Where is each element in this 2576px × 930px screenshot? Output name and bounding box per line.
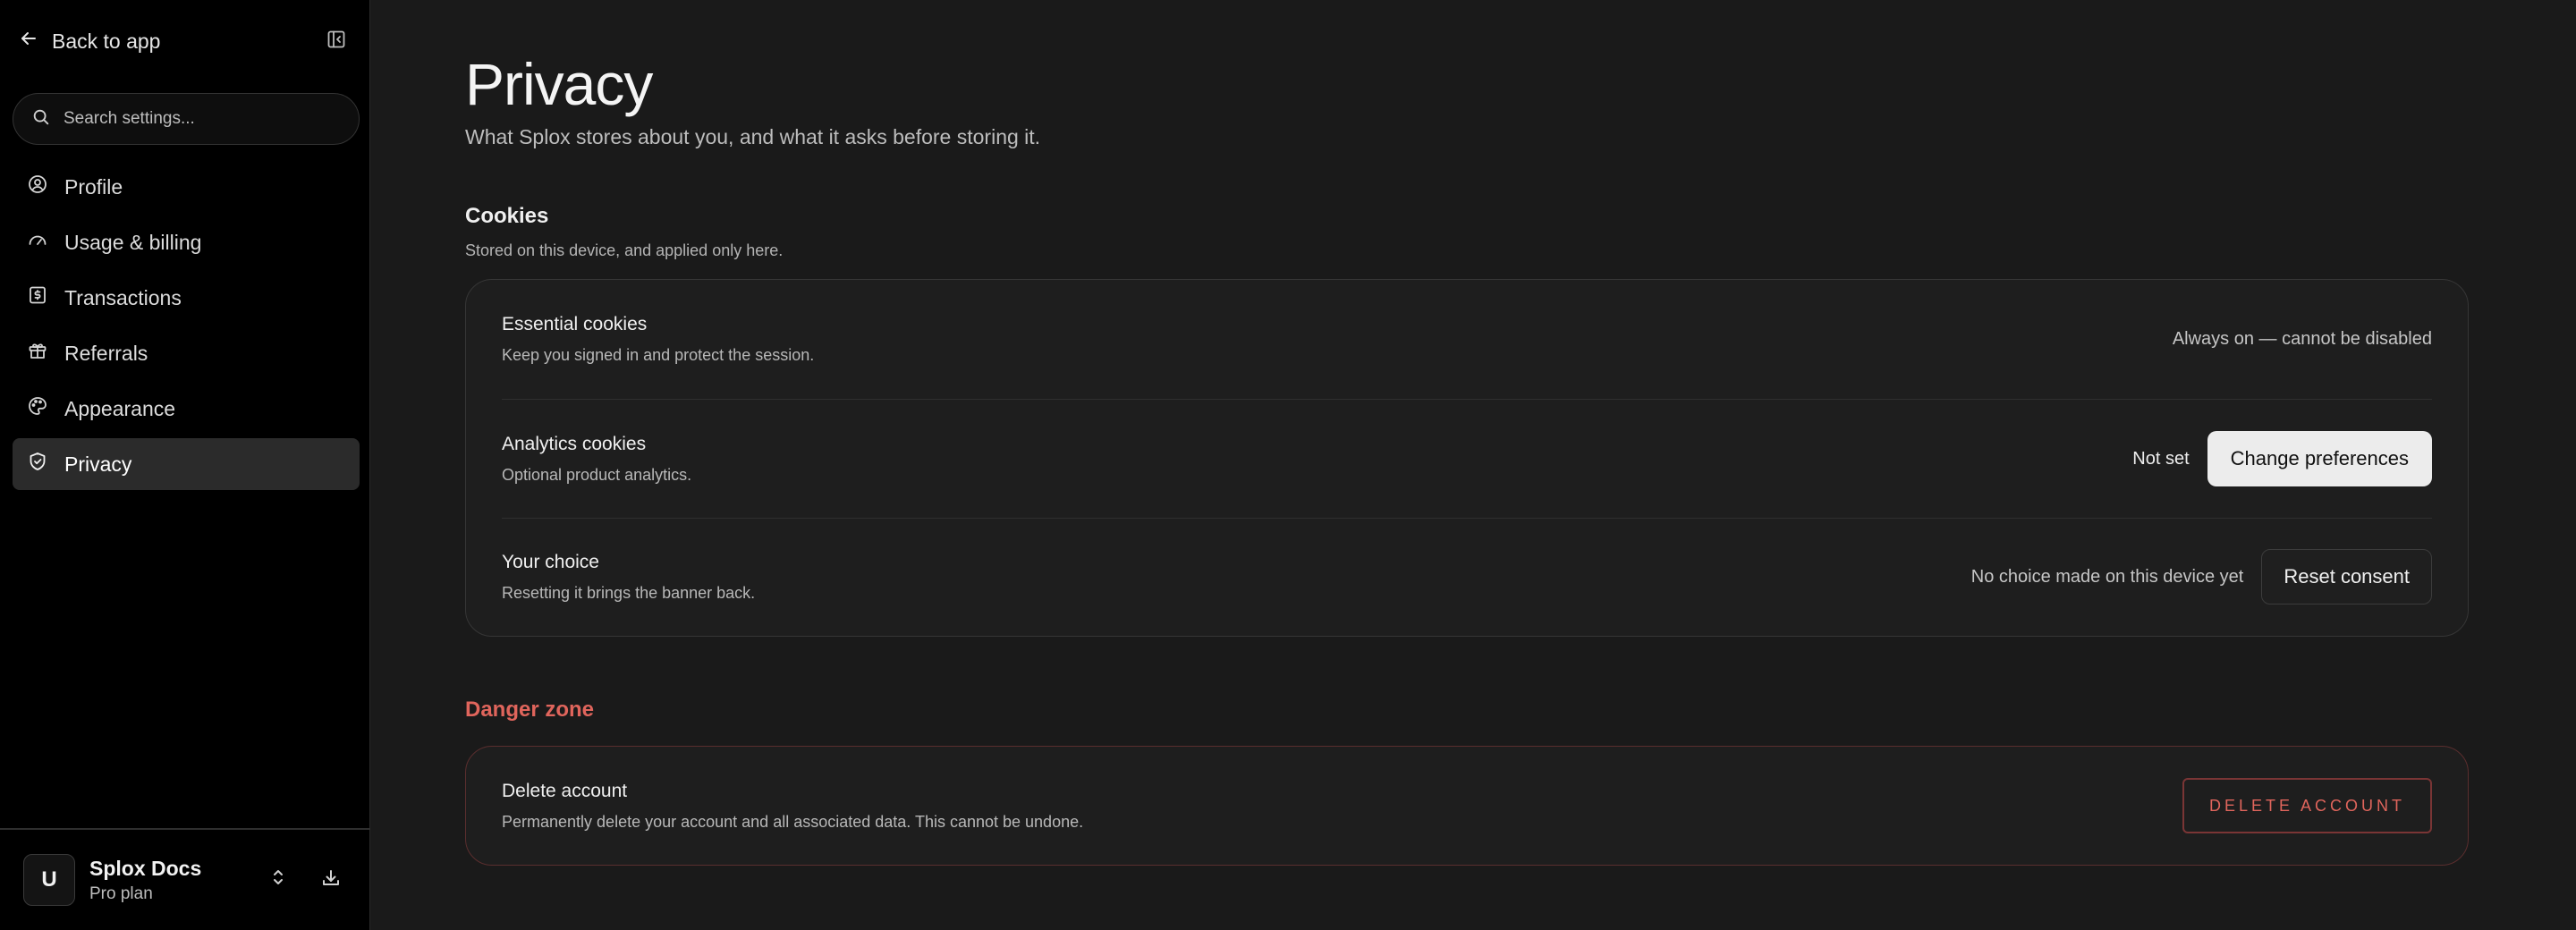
analytics-cookies-controls: Not set Change preferences bbox=[2132, 431, 2432, 486]
essential-cookies-text: Essential cookies Keep you signed in and… bbox=[502, 314, 814, 365]
analytics-cookies-title: Analytics cookies bbox=[502, 433, 647, 454]
back-to-app-link[interactable]: Back to app bbox=[18, 28, 160, 55]
reset-consent-button[interactable]: Reset consent bbox=[2261, 549, 2432, 604]
sidebar-item-label: Profile bbox=[64, 174, 123, 199]
sidebar-item-label: Usage & billing bbox=[64, 230, 202, 254]
search-input[interactable] bbox=[64, 109, 350, 129]
settings-search bbox=[13, 93, 360, 145]
account-name: Splox Docs bbox=[89, 856, 202, 880]
row-divider bbox=[502, 399, 2432, 400]
essential-cookies-description: Keep you signed in and protect the sessi… bbox=[502, 345, 815, 364]
sidebar-item-label: Appearance bbox=[64, 396, 176, 420]
your-choice-controls: No choice made on this device yet Reset … bbox=[1971, 549, 2432, 604]
sidebar-item-referrals[interactable]: Referrals bbox=[13, 327, 360, 379]
delete-account-text: Delete account Permanently delete your a… bbox=[502, 781, 1083, 832]
account-switch-button[interactable] bbox=[265, 866, 292, 892]
sidebar-item-profile[interactable]: Profile bbox=[13, 161, 360, 213]
consent-status: No choice made on this device yet bbox=[1970, 566, 2244, 587]
sidebar-item-label: Referrals bbox=[64, 341, 148, 365]
your-choice-text: Your choice Resetting it brings the bann… bbox=[502, 552, 755, 603]
collapse-sidebar-button[interactable] bbox=[320, 25, 352, 57]
sidebar-item-transactions[interactable]: Transactions bbox=[13, 272, 360, 324]
danger-zone-title: Danger zone bbox=[465, 698, 595, 722]
cookies-section-description: Stored on this device, and applied only … bbox=[465, 241, 784, 259]
account-switcher: U Splox Docs Pro plan bbox=[0, 828, 370, 930]
settings-sidebar: Back to app Profile Usage & billing bbox=[0, 0, 370, 930]
settings-nav: Profile Usage & billing Transactions Ref… bbox=[13, 161, 360, 494]
account-plan: Pro plan bbox=[89, 884, 153, 903]
search-icon bbox=[31, 107, 51, 131]
essential-cookies-controls: Always on — cannot be disabled bbox=[2173, 329, 2432, 350]
essential-cookies-row: Essential cookies Keep you signed in and… bbox=[502, 310, 2432, 368]
arrow-left-icon bbox=[18, 28, 39, 55]
sidebar-item-usage-billing[interactable]: Usage & billing bbox=[13, 216, 360, 268]
your-choice-title: Your choice bbox=[502, 551, 599, 572]
your-choice-row: Your choice Resetting it brings the bann… bbox=[502, 548, 2432, 605]
danger-zone-card: Delete account Permanently delete your a… bbox=[465, 746, 2469, 866]
download-button[interactable] bbox=[317, 866, 345, 894]
page-subtitle: What Splox stores about you, and what it… bbox=[465, 125, 1041, 148]
gift-icon bbox=[27, 340, 48, 367]
essential-cookies-status: Always on — cannot be disabled bbox=[2172, 328, 2432, 349]
dollar-receipt-icon bbox=[27, 284, 48, 311]
essential-cookies-title: Essential cookies bbox=[502, 313, 648, 334]
sidebar-item-appearance[interactable]: Appearance bbox=[13, 383, 360, 435]
user-circle-icon bbox=[27, 173, 48, 200]
sidebar-collapse-icon bbox=[326, 29, 347, 55]
account-info[interactable]: Splox Docs Pro plan bbox=[89, 857, 201, 904]
sidebar-item-label: Transactions bbox=[64, 285, 182, 309]
page-title: Privacy bbox=[465, 51, 653, 117]
avatar[interactable]: U bbox=[23, 854, 75, 906]
delete-account-description: Permanently delete your account and all … bbox=[502, 812, 1084, 831]
gauge-icon bbox=[27, 229, 48, 256]
analytics-cookies-status: Not set bbox=[2132, 448, 2190, 469]
sidebar-item-label: Privacy bbox=[64, 452, 132, 476]
palette-icon bbox=[27, 395, 48, 422]
cookies-section-title: Cookies bbox=[465, 204, 549, 228]
analytics-cookies-row: Analytics cookies Optional product analy… bbox=[502, 430, 2432, 487]
delete-account-title: Delete account bbox=[502, 780, 628, 801]
delete-account-button[interactable]: DELETE ACCOUNT bbox=[2182, 778, 2432, 833]
analytics-cookies-description: Optional product analytics. bbox=[502, 465, 692, 484]
back-to-app-label: Back to app bbox=[52, 29, 161, 53]
change-preferences-button[interactable]: Change preferences bbox=[2207, 431, 2432, 486]
shield-check-icon bbox=[27, 451, 48, 478]
sidebar-item-privacy[interactable]: Privacy bbox=[13, 438, 360, 490]
sidebar-header: Back to app bbox=[18, 23, 352, 59]
download-icon bbox=[320, 867, 342, 893]
delete-account-row: Delete account Permanently delete your a… bbox=[502, 777, 2432, 834]
chevrons-up-down-icon bbox=[267, 867, 289, 892]
row-divider bbox=[502, 518, 2432, 519]
delete-account-controls: DELETE ACCOUNT bbox=[2182, 778, 2432, 833]
your-choice-description: Resetting it brings the banner back. bbox=[502, 583, 756, 602]
analytics-cookies-text: Analytics cookies Optional product analy… bbox=[502, 434, 691, 485]
cookies-card: Essential cookies Keep you signed in and… bbox=[465, 279, 2469, 637]
